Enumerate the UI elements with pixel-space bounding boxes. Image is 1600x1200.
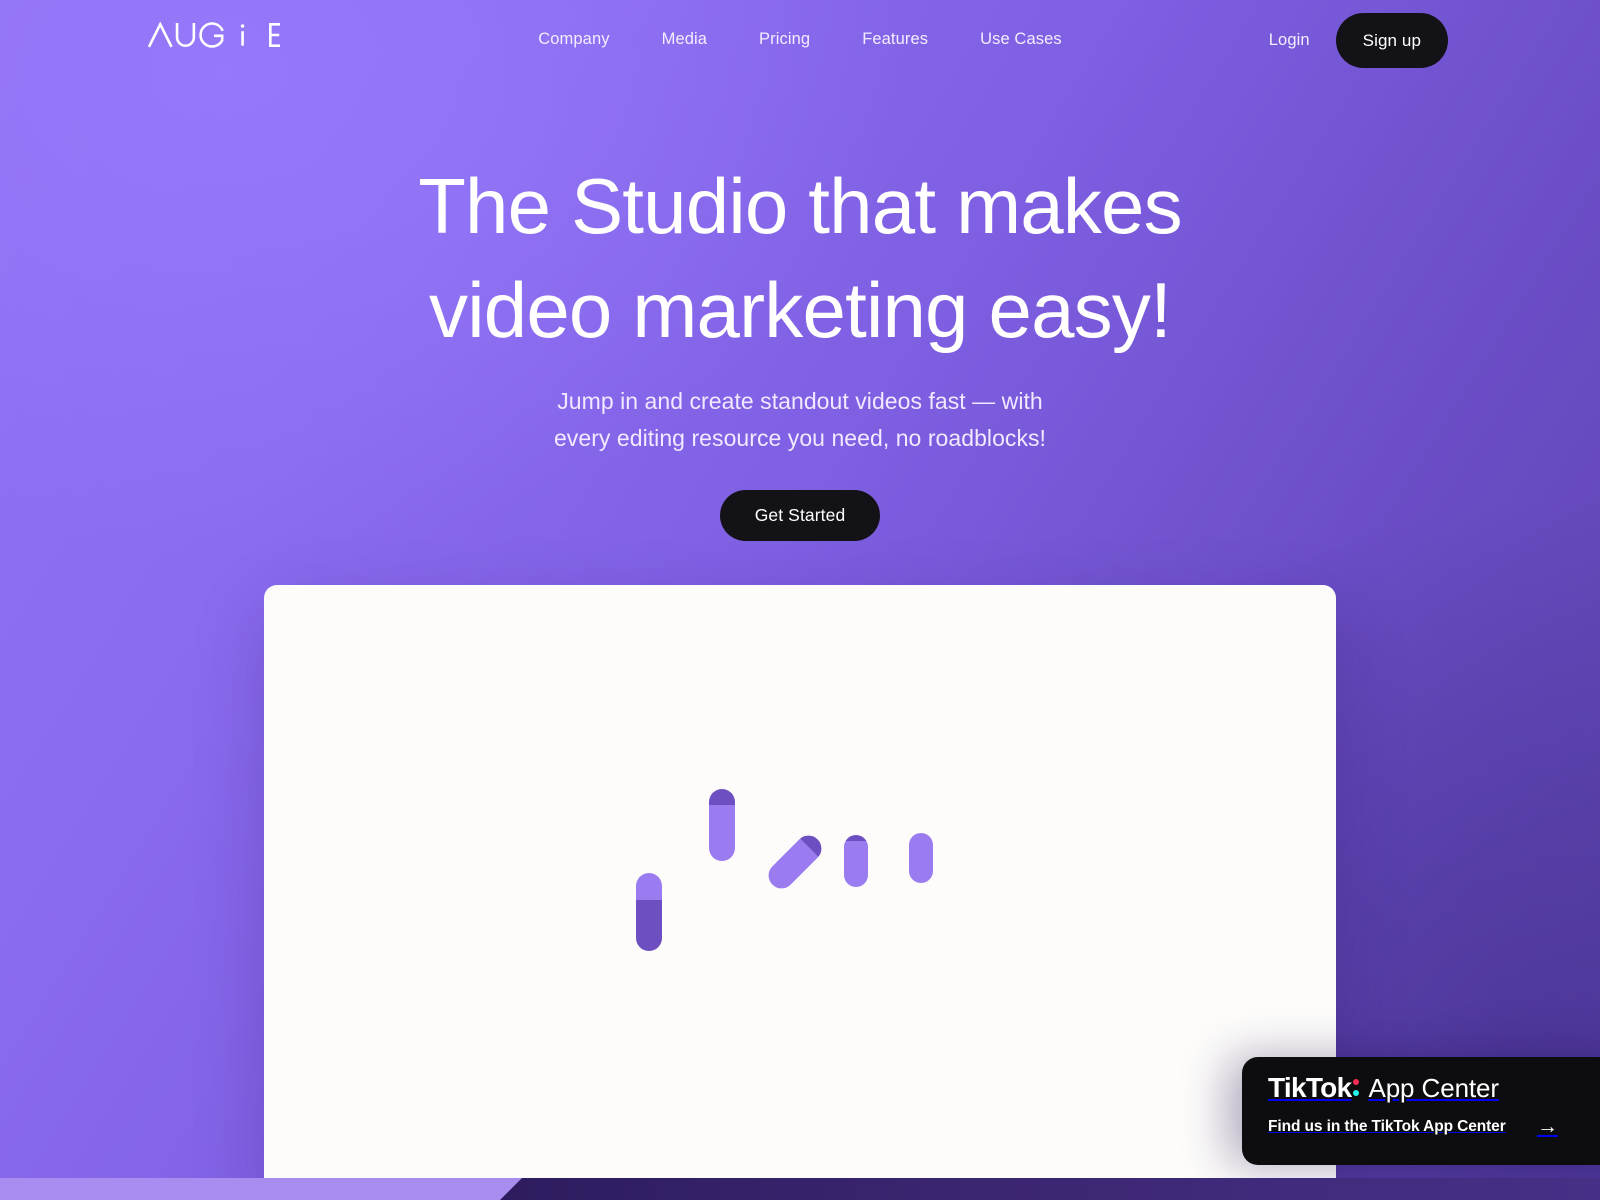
hero-subheading: Jump in and create standout videos fast …: [0, 383, 1600, 458]
nav-item-features[interactable]: Features: [862, 30, 928, 49]
signup-button[interactable]: Sign up: [1335, 12, 1448, 68]
hero-cta-container: Get Started: [0, 490, 1600, 541]
hero-section: Company Media Pricing Features Use Cases…: [0, 0, 1600, 1178]
tiktok-brand-text: TikTok: [1268, 1072, 1352, 1103]
tiktok-colon-icon: [1352, 1075, 1363, 1097]
site-header: Company Media Pricing Features Use Cases…: [0, 0, 1600, 80]
next-section-dark-band: [500, 1178, 1600, 1200]
headline-line-2: video marketing easy!: [429, 265, 1172, 354]
tiktok-cta-text: Find us in the TikTok App Center: [1268, 1117, 1506, 1135]
nav-item-media[interactable]: Media: [662, 30, 707, 49]
next-section-strip: [0, 1178, 1600, 1200]
auth-actions: Login Sign up: [1269, 0, 1448, 80]
tiktok-logo-lockup: TikTok App Center: [1268, 1074, 1600, 1102]
hero-headline: The Studio that makes video marketing ea…: [0, 155, 1600, 362]
nav-item-company[interactable]: Company: [538, 30, 609, 49]
tiktok-app-center-text: App Center: [1368, 1073, 1499, 1103]
nav-item-pricing[interactable]: Pricing: [759, 30, 810, 49]
pill-2: [709, 789, 735, 861]
get-started-button[interactable]: Get Started: [719, 490, 881, 541]
pill-1: [636, 873, 662, 951]
arrow-right-icon: →: [1537, 1115, 1558, 1138]
subhead-line-2: every editing resource you need, no road…: [553, 425, 1047, 452]
subhead-line-1: Jump in and create standout videos fast …: [557, 388, 1043, 414]
headline-line-1: The Studio that makes: [418, 162, 1182, 250]
pill-5: [909, 833, 933, 883]
pill-3: [763, 830, 827, 894]
tiktok-cta-row: Find us in the TikTok App Center →: [1268, 1116, 1558, 1137]
pill-animation-graphic: [264, 585, 1336, 1178]
pill-4: [844, 835, 868, 887]
product-demo-video-card[interactable]: [264, 585, 1336, 1178]
tiktok-app-center-badge[interactable]: TikTok App Center Find us in the TikTok …: [1242, 1057, 1600, 1165]
login-link[interactable]: Login: [1269, 31, 1314, 50]
nav-item-use-cases[interactable]: Use Cases: [980, 30, 1062, 49]
